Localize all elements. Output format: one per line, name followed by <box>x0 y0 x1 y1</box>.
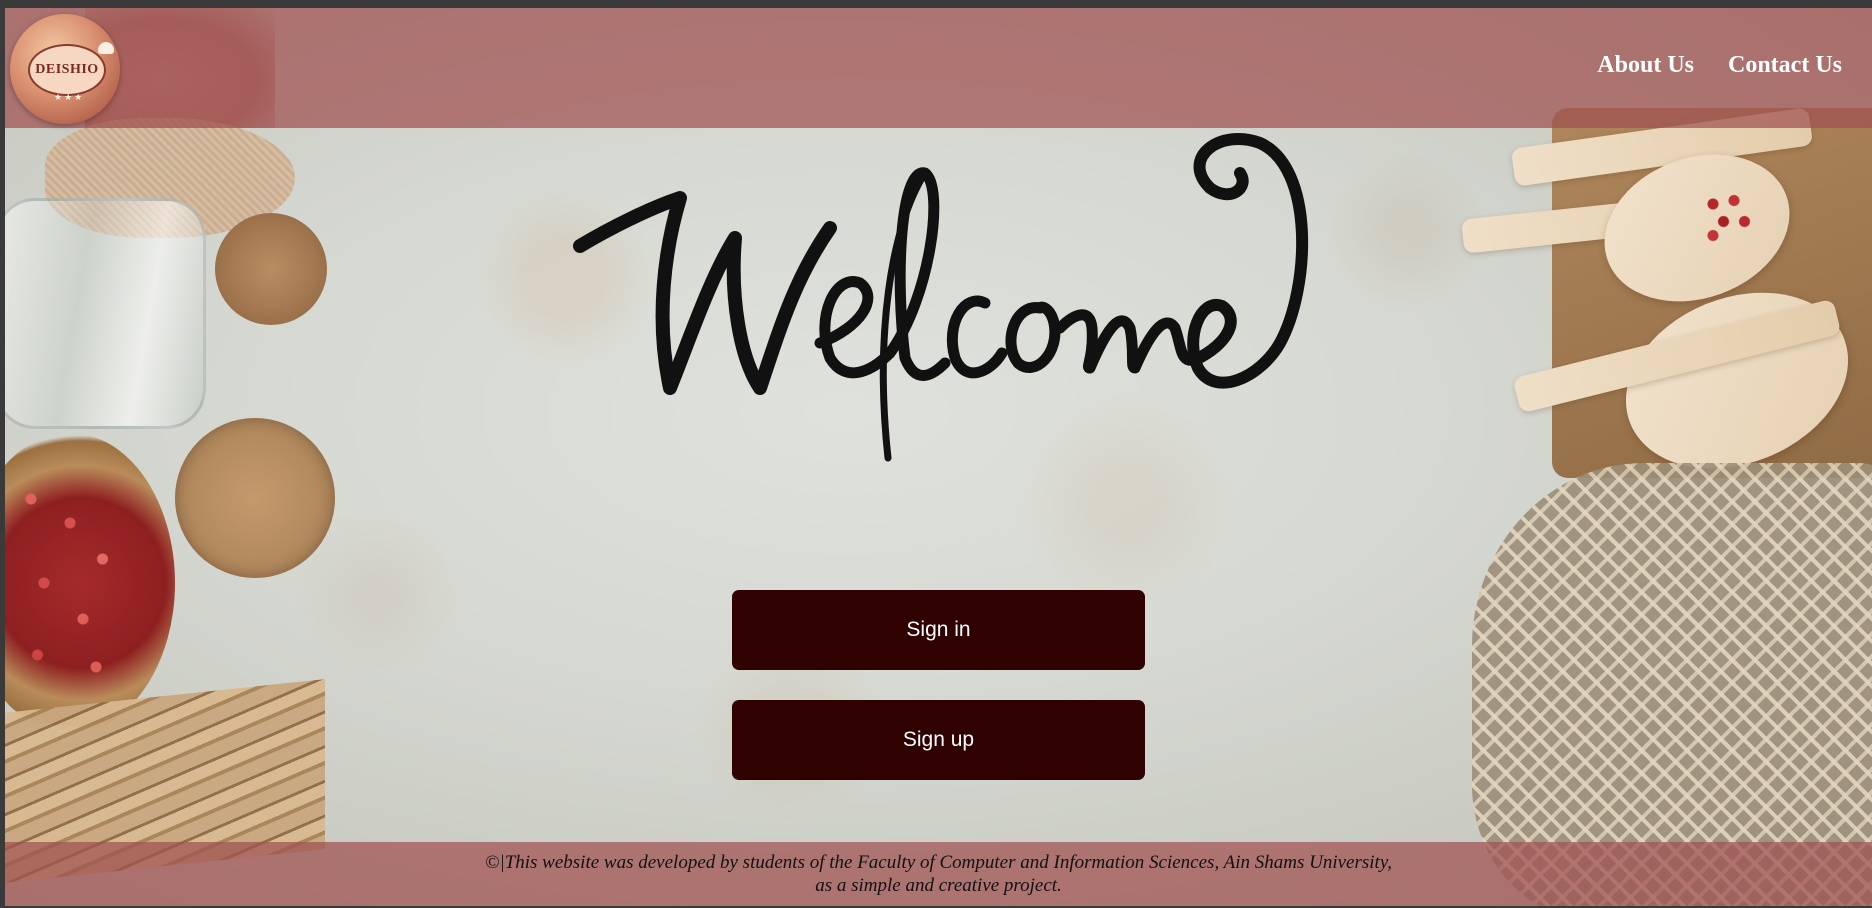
net-bag-decoration <box>1472 463 1872 906</box>
page-background: DEISHIO ★★★ About Us Contact Us Sign in … <box>5 8 1872 906</box>
chef-hat-icon <box>98 42 114 54</box>
nav-link-about[interactable]: About Us <box>1597 52 1694 79</box>
sign-in-button[interactable]: Sign in <box>732 590 1145 670</box>
site-header: DEISHIO ★★★ About Us Contact Us <box>5 8 1872 128</box>
site-footer: ©|This website was developed by students… <box>5 842 1872 906</box>
main-nav: About Us Contact Us <box>1597 52 1842 79</box>
welcome-heading <box>573 133 1309 462</box>
cork-coaster-decoration <box>175 418 335 578</box>
berries-decoration <box>5 463 135 703</box>
footer-credit-line-2: as a simple and creative project. <box>815 875 1062 896</box>
glass-jar-decoration <box>5 198 206 429</box>
sign-up-button[interactable]: Sign up <box>732 700 1145 780</box>
logo-badge: DEISHIO <box>28 44 106 96</box>
peppercorns-decoration <box>1692 183 1762 253</box>
nav-link-contact[interactable]: Contact Us <box>1728 52 1842 79</box>
footer-credit-line-1: ©|This website was developed by students… <box>485 852 1392 873</box>
site-logo[interactable]: DEISHIO ★★★ <box>10 14 120 124</box>
logo-text: DEISHIO <box>35 62 99 77</box>
logo-stars: ★★★ <box>54 92 85 102</box>
cork-lid-decoration <box>215 213 327 325</box>
